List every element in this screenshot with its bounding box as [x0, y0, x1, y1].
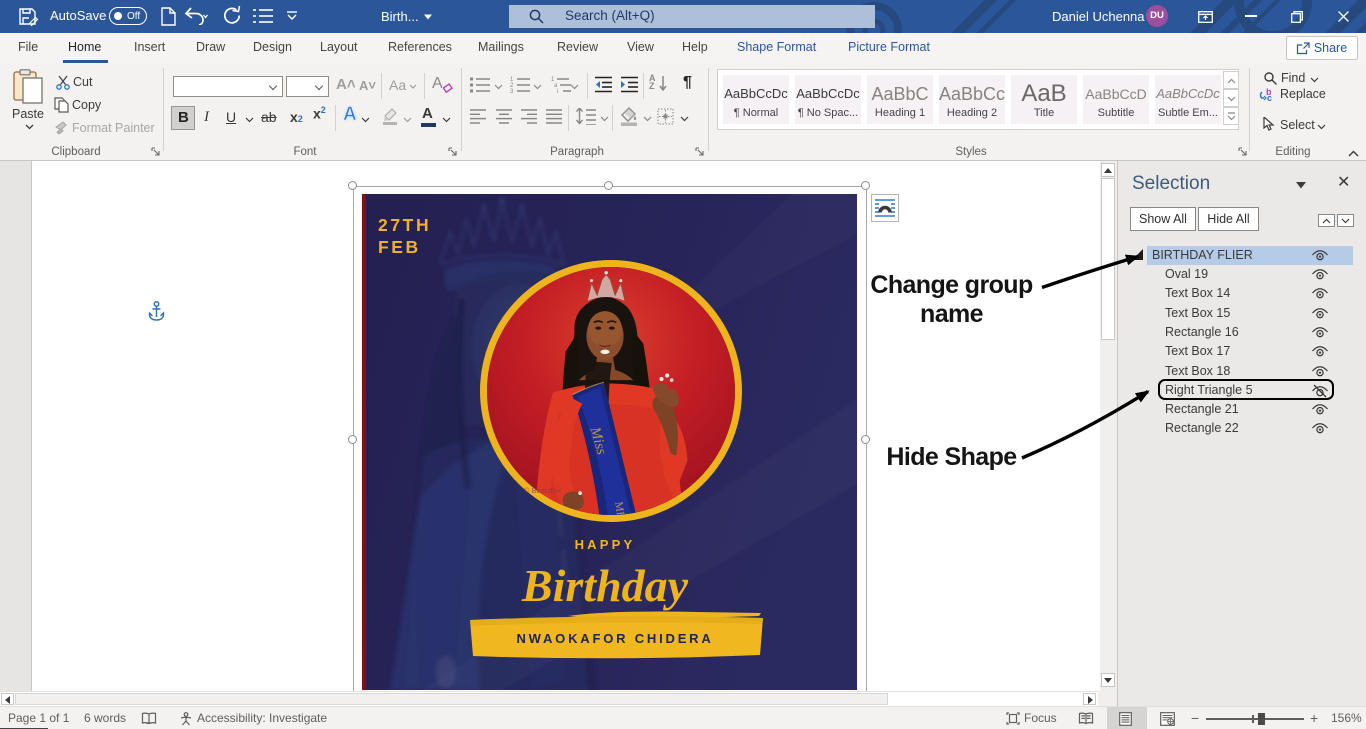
svg-text:FEB: FEB: [378, 237, 421, 257]
svg-text:27TH: 27TH: [378, 215, 431, 235]
svg-text:c: c: [1267, 93, 1272, 102]
svg-text:3: 3: [510, 89, 514, 94]
svg-text:Birthday: Birthday: [521, 560, 689, 611]
svg-text:HAPPY: HAPPY: [575, 537, 636, 552]
svg-text:i: i: [557, 89, 558, 94]
svg-text:NWAOKAFOR CHIDERA: NWAOKAFOR CHIDERA: [516, 631, 713, 646]
svg-text:© BeatzPix: © BeatzPix: [524, 486, 561, 495]
